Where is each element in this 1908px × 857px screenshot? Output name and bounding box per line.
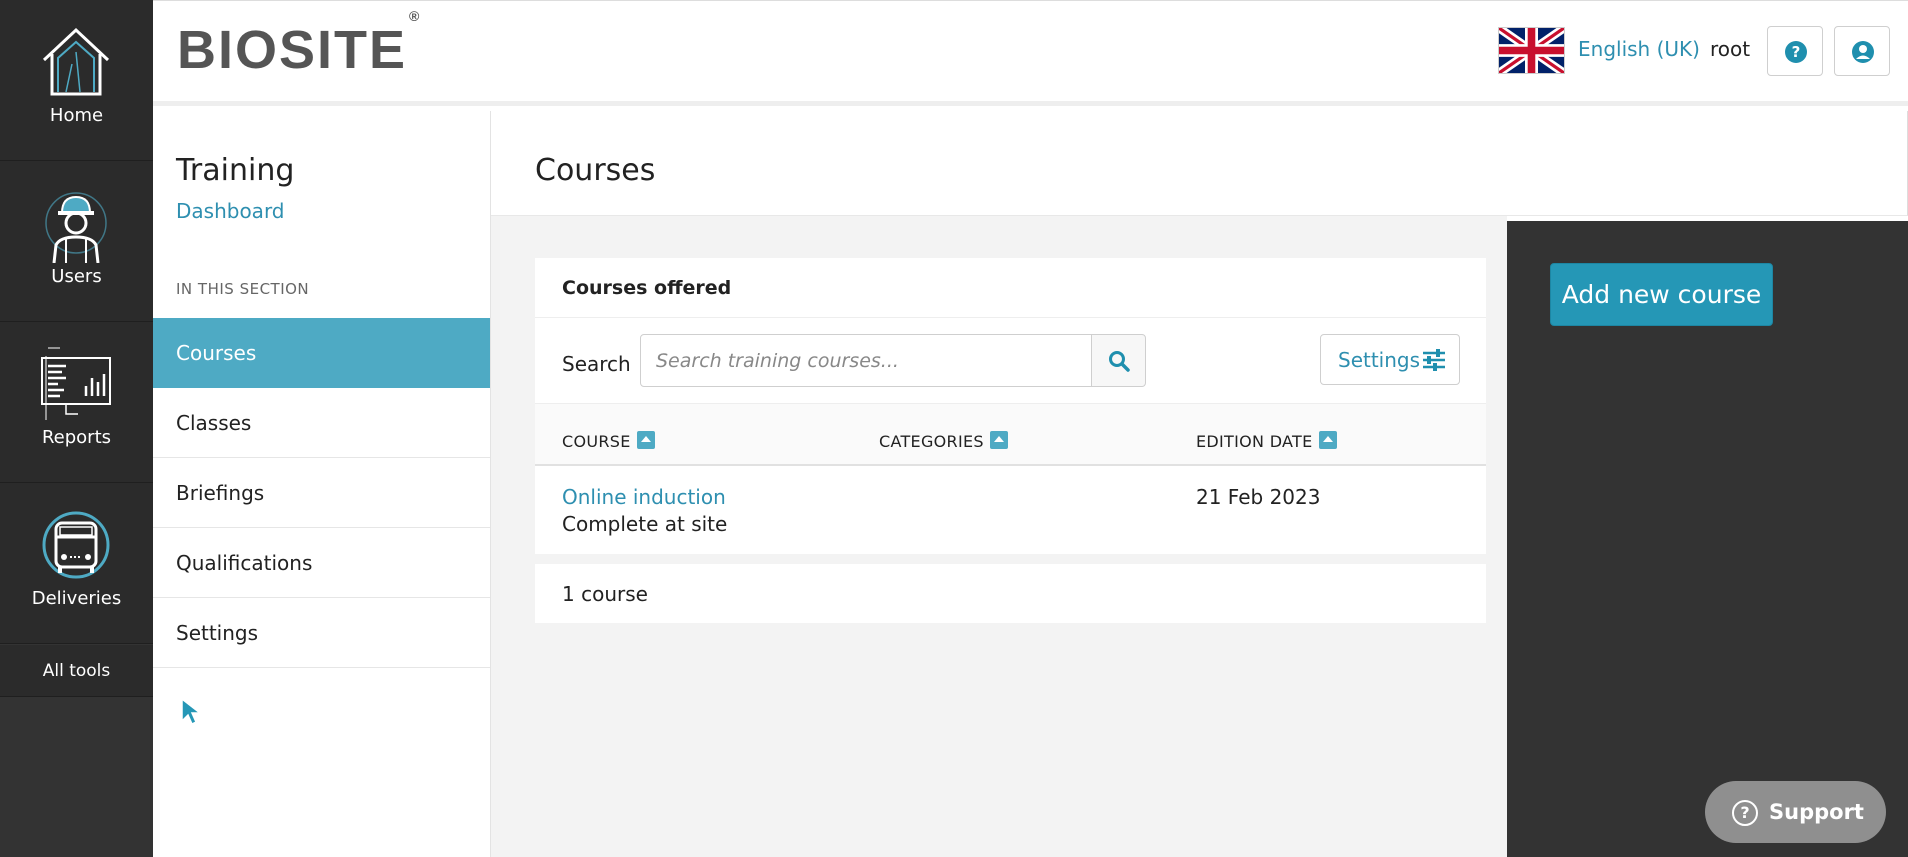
section-title: Training: [176, 153, 295, 188]
nav-deliveries-label: Deliveries: [31, 588, 122, 609]
all-tools-button[interactable]: All tools: [0, 645, 153, 697]
top-header: BIOSITE® English (UK) root ?: [153, 0, 1908, 106]
page-title-bar: Courses: [491, 111, 1908, 216]
column-edition-date-label: EDITION DATE: [1196, 432, 1313, 451]
search-label: Search: [562, 352, 631, 376]
home-icon: [42, 27, 110, 96]
dashboard-link[interactable]: Dashboard: [176, 199, 285, 223]
nav-home-label: Home: [49, 105, 104, 126]
uk-flag-icon[interactable]: [1498, 27, 1565, 74]
nav-reports-label: Reports: [41, 427, 112, 448]
language-selector[interactable]: English (UK): [1578, 37, 1700, 61]
nav-users[interactable]: Users: [0, 161, 153, 322]
section-item-settings[interactable]: Settings: [153, 598, 490, 668]
sliders-icon: [1423, 349, 1445, 371]
main-content: Courses offered Search Settings COURSE C…: [491, 216, 1507, 857]
section-item-briefings[interactable]: Briefings: [153, 458, 490, 528]
divider: [535, 317, 1486, 318]
user-circle-icon: [1852, 41, 1874, 63]
tool-navigation: Home Users Reports Deliveries All tools: [0, 0, 153, 857]
current-user: root: [1710, 37, 1751, 61]
section-item-classes[interactable]: Classes: [153, 388, 490, 458]
logo-registered-mark: ®: [409, 8, 422, 24]
question-circle-icon: ?: [1732, 800, 1758, 826]
results-count: 1 course: [562, 582, 648, 606]
settings-button-label: Settings: [1338, 348, 1421, 372]
search-input[interactable]: [640, 334, 1092, 387]
account-button[interactable]: [1834, 26, 1890, 76]
worker-icon: [45, 192, 107, 263]
search-button[interactable]: [1091, 334, 1146, 387]
sort-up-icon[interactable]: [636, 431, 655, 449]
support-button[interactable]: ? Support: [1705, 781, 1886, 843]
biosite-logo[interactable]: BIOSITE®: [177, 9, 421, 80]
logo-text: BIOSITE: [177, 20, 408, 80]
nav-deliveries[interactable]: Deliveries: [0, 483, 153, 644]
panel-title: Courses offered: [562, 277, 732, 299]
help-button[interactable]: ?: [1767, 26, 1823, 76]
truck-icon: [42, 511, 110, 579]
column-categories-label: CATEGORIES: [879, 432, 984, 451]
section-item-courses[interactable]: Courses: [153, 318, 490, 388]
sort-up-icon[interactable]: [989, 431, 1008, 449]
nav-users-label: Users: [51, 266, 102, 287]
column-course-label: COURSE: [562, 432, 631, 451]
section-sidebar: Training Dashboard IN THIS SECTION Cours…: [153, 111, 491, 857]
results-count-bar: 1 course: [535, 564, 1486, 623]
column-categories[interactable]: CATEGORIES: [879, 431, 1008, 451]
section-heading: IN THIS SECTION: [176, 280, 310, 298]
nav-home[interactable]: Home: [0, 0, 153, 161]
table-header: COURSE CATEGORIES EDITION DATE: [535, 404, 1486, 466]
sort-up-icon[interactable]: [1318, 431, 1337, 449]
mouse-cursor-icon: [181, 697, 202, 726]
column-course[interactable]: COURSE: [562, 431, 655, 451]
reports-icon: [41, 347, 111, 420]
column-edition-date[interactable]: EDITION DATE: [1196, 431, 1337, 451]
course-subtitle: Complete at site: [562, 512, 728, 536]
section-item-qualifications[interactable]: Qualifications: [153, 528, 490, 598]
actions-panel: Add new course: [1507, 221, 1908, 857]
search-icon: [1109, 351, 1130, 372]
page-title: Courses: [535, 153, 656, 188]
table-settings-button[interactable]: Settings: [1320, 334, 1460, 385]
add-new-course-button[interactable]: Add new course: [1550, 263, 1773, 326]
courses-panel: Courses offered Search Settings COURSE C…: [535, 258, 1486, 554]
question-icon: ?: [1785, 41, 1807, 63]
nav-reports[interactable]: Reports: [0, 322, 153, 483]
course-edition-date: 21 Feb 2023: [1196, 485, 1321, 509]
support-label: Support: [1769, 800, 1864, 824]
course-link[interactable]: Online induction: [562, 485, 726, 509]
